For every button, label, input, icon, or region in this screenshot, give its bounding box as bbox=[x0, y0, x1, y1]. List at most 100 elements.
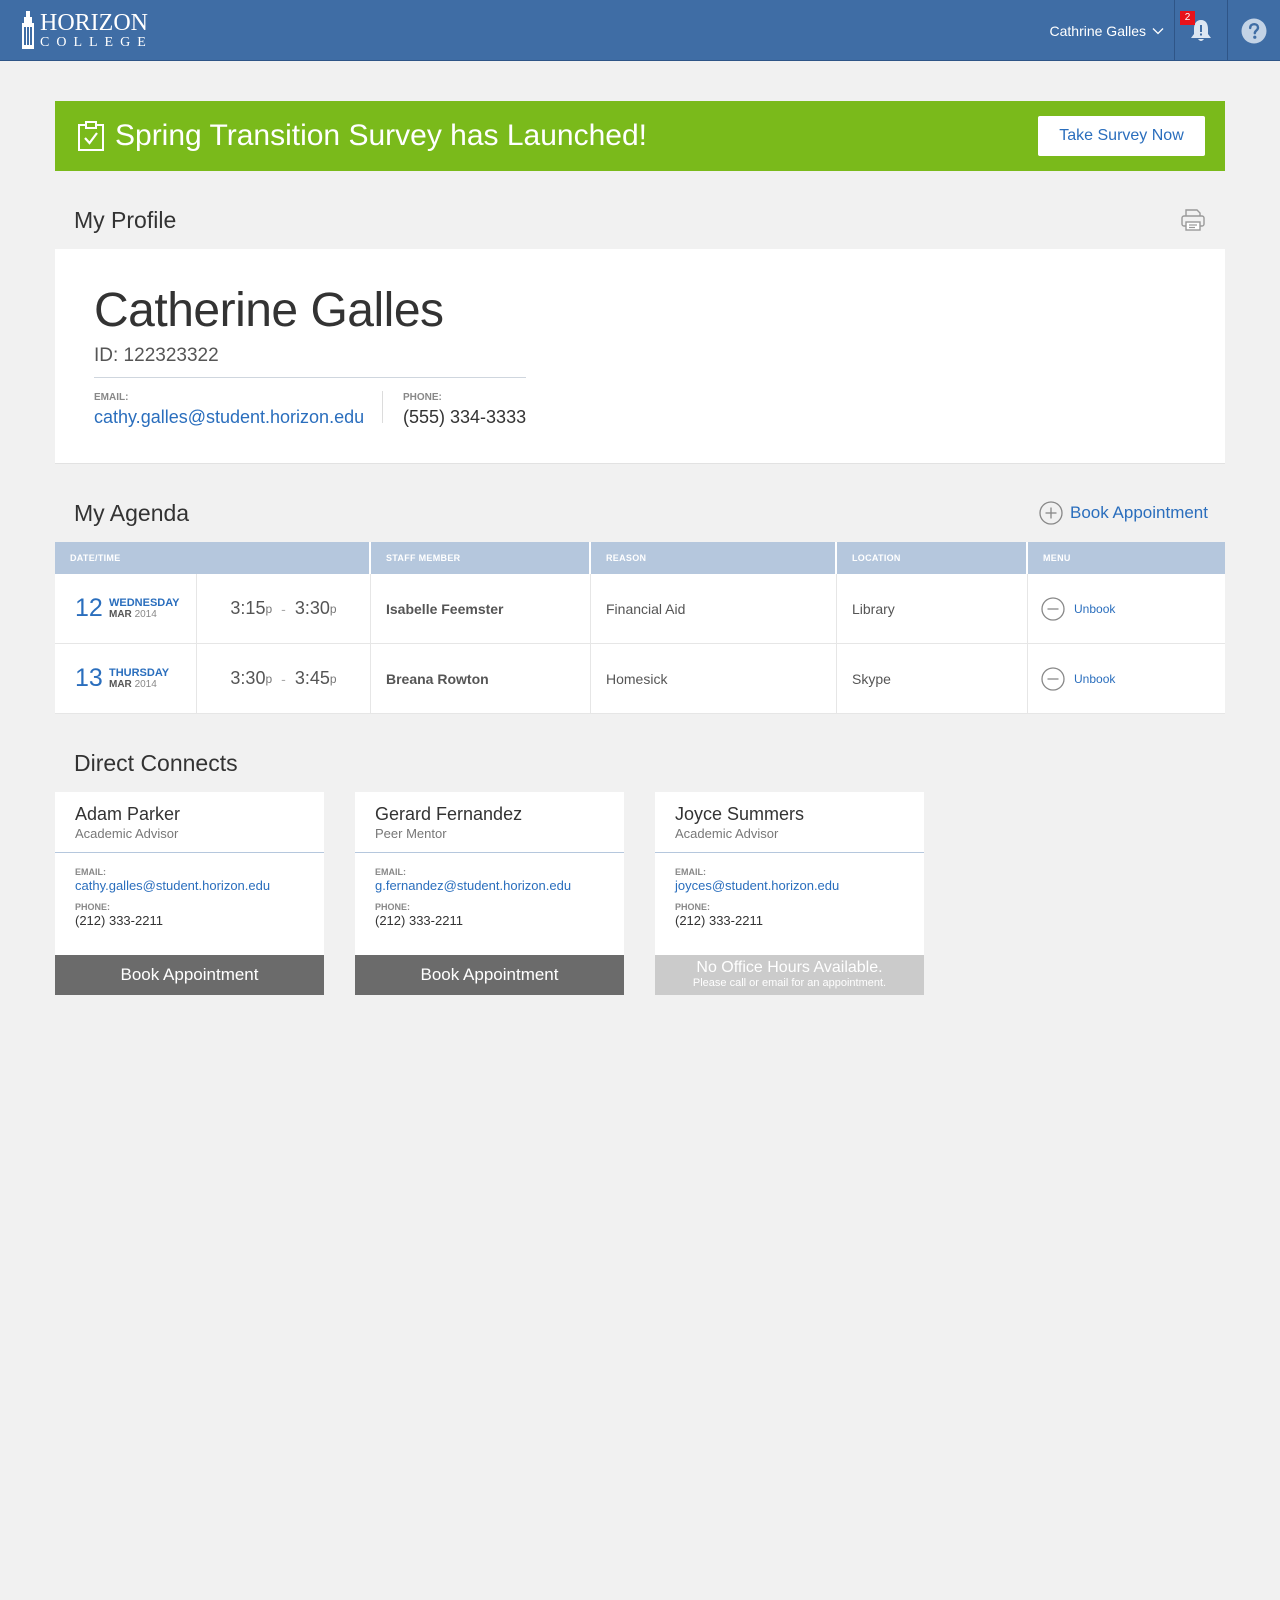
time-cell: 3:15 p - 3:30 p bbox=[197, 574, 371, 643]
email-label: EMAIL: bbox=[75, 867, 106, 877]
phone-label: PHONE: bbox=[75, 902, 111, 912]
end-time-suffix: p bbox=[329, 671, 337, 686]
divider bbox=[655, 852, 924, 853]
time-separator: - bbox=[281, 600, 286, 617]
survey-banner: Spring Transition Survey has Launched! T… bbox=[55, 101, 1225, 171]
top-navigation-bar: HORIZON COLLEGE Cathrine Galles 2 bbox=[0, 0, 1280, 61]
contact-phone: (212) 333-2211 bbox=[375, 913, 463, 928]
book-appointment-button[interactable]: Book Appointment bbox=[55, 955, 324, 995]
year: 2014 bbox=[134, 678, 157, 690]
contact-email-link[interactable]: g.fernandez@student.horizon.edu bbox=[375, 878, 571, 893]
tower-icon bbox=[22, 11, 34, 49]
connect-card: Gerard Fernandez Peer Mentor EMAIL: g.fe… bbox=[355, 792, 624, 995]
month: MAR bbox=[109, 678, 132, 690]
divider bbox=[55, 852, 324, 853]
divider bbox=[94, 377, 526, 378]
reason-cell: Homesick bbox=[591, 644, 837, 713]
location-cell: Skype bbox=[837, 644, 1028, 713]
month: MAR bbox=[109, 608, 132, 620]
start-time: 3:15 bbox=[230, 598, 266, 618]
minus-circle-icon bbox=[1041, 596, 1065, 621]
take-survey-button[interactable]: Take Survey Now bbox=[1038, 116, 1205, 156]
email-label: EMAIL: bbox=[94, 392, 129, 403]
student-id: ID: 122323322 bbox=[94, 345, 219, 366]
year: 2014 bbox=[134, 608, 157, 620]
no-office-hours-title: No Office Hours Available. bbox=[696, 959, 883, 976]
user-name: Cathrine Galles bbox=[1049, 22, 1147, 39]
time-separator: - bbox=[281, 670, 286, 687]
book-appointment-label: Book Appointment bbox=[1070, 503, 1208, 522]
weekday: WEDNESDAY bbox=[109, 596, 180, 609]
date-cell: 12 WEDNESDAY MAR 2014 bbox=[55, 574, 197, 643]
start-time-suffix: p bbox=[265, 671, 273, 686]
start-time-suffix: p bbox=[265, 601, 273, 616]
end-time: 3:45 bbox=[294, 668, 330, 688]
menu-cell: Unbook bbox=[1028, 574, 1225, 643]
notifications-button[interactable]: 2 bbox=[1175, 0, 1227, 61]
printer-icon[interactable] bbox=[1180, 207, 1206, 233]
contact-phone: (212) 333-2211 bbox=[75, 913, 163, 928]
day-number: 12 bbox=[75, 594, 103, 622]
minus-circle-icon bbox=[1041, 666, 1065, 691]
date-cell: 13 THURSDAY MAR 2014 bbox=[55, 644, 197, 713]
column-header-location: LOCATION bbox=[837, 542, 1028, 574]
book-appointment-link[interactable]: Book Appointment bbox=[1039, 501, 1208, 525]
contact-email-link[interactable]: joyces@student.horizon.edu bbox=[675, 878, 839, 893]
reason-cell: Financial Aid bbox=[591, 574, 837, 643]
contact-role: Academic Advisor bbox=[75, 826, 179, 841]
phone-label: PHONE: bbox=[375, 902, 411, 912]
plus-circle-icon bbox=[1039, 501, 1063, 525]
column-header-reason: REASON bbox=[591, 542, 837, 574]
contact-name: Joyce Summers bbox=[675, 804, 805, 824]
column-header-datetime: DATE/TIME bbox=[55, 542, 371, 574]
connects-section-title: Direct Connects bbox=[74, 750, 238, 776]
unbook-button[interactable]: Unbook bbox=[1041, 596, 1116, 621]
contact-role: Peer Mentor bbox=[375, 826, 447, 841]
contact-name: Adam Parker bbox=[75, 804, 181, 824]
profile-name: Catherine Galles bbox=[94, 284, 444, 337]
contact-role: Academic Advisor bbox=[675, 826, 779, 841]
agenda-table: DATE/TIME STAFF MEMBER REASON LOCATION M… bbox=[55, 542, 1225, 714]
table-row: 12 WEDNESDAY MAR 2014 3:15 p - 3:30 p Isab… bbox=[55, 574, 1225, 644]
help-icon bbox=[1241, 18, 1267, 43]
unbook-label: Unbook bbox=[1074, 601, 1116, 616]
agenda-section-title: My Agenda bbox=[74, 500, 190, 526]
column-header-staff: STAFF MEMBER bbox=[371, 542, 591, 574]
menu-cell: Unbook bbox=[1028, 644, 1225, 713]
table-header: DATE/TIME STAFF MEMBER REASON LOCATION M… bbox=[55, 542, 1225, 574]
contact-name: Gerard Fernandez bbox=[375, 804, 523, 824]
connect-card: Joyce Summers Academic Advisor EMAIL: jo… bbox=[655, 792, 924, 995]
phone-label: PHONE: bbox=[675, 902, 711, 912]
start-time: 3:30 bbox=[230, 668, 266, 688]
contact-email-link[interactable]: cathy.galles@student.horizon.edu bbox=[75, 878, 270, 893]
email-label: EMAIL: bbox=[375, 867, 406, 877]
weekday: THURSDAY bbox=[109, 666, 170, 679]
profile-email-link[interactable]: cathy.galles@student.horizon.edu bbox=[94, 407, 364, 428]
no-office-hours-notice: No Office Hours Available. Please call o… bbox=[655, 955, 924, 995]
logo-wordmark: HORIZON bbox=[40, 9, 148, 36]
book-appointment-button[interactable]: Book Appointment bbox=[355, 955, 624, 995]
staff-cell: Isabelle Feemster bbox=[371, 574, 591, 643]
profile-section-title: My Profile bbox=[74, 207, 177, 233]
profile-card: Catherine Galles ID: 122323322 EMAIL: ca… bbox=[55, 249, 1225, 464]
no-office-hours-subtitle: Please call or email for an appointment. bbox=[692, 977, 887, 989]
divider bbox=[382, 391, 383, 423]
unbook-button[interactable]: Unbook bbox=[1041, 666, 1115, 691]
location-cell: Library bbox=[837, 574, 1028, 643]
email-label: EMAIL: bbox=[675, 867, 706, 877]
end-time: 3:30 bbox=[294, 598, 330, 618]
logo-subtitle: COLLEGE bbox=[40, 34, 153, 50]
profile-phone: (555) 334-3333 bbox=[403, 407, 527, 427]
table-row: 13 THURSDAY MAR 2014 3:30 p - 3:45 p Brean… bbox=[55, 644, 1225, 714]
day-number: 13 bbox=[75, 664, 103, 692]
staff-cell: Breana Rowton bbox=[371, 644, 591, 713]
phone-label: PHONE: bbox=[403, 392, 442, 403]
end-time-suffix: p bbox=[329, 601, 337, 616]
notification-badge: 2 bbox=[1180, 11, 1195, 25]
column-header-menu: MENU bbox=[1043, 553, 1071, 563]
college-logo[interactable]: HORIZON COLLEGE bbox=[20, 10, 153, 50]
help-button[interactable] bbox=[1228, 0, 1280, 61]
chevron-down-icon bbox=[1152, 27, 1164, 34]
connect-card: Adam Parker Academic Advisor EMAIL: cath… bbox=[55, 792, 324, 995]
user-menu[interactable]: Cathrine Galles bbox=[1050, 0, 1165, 61]
